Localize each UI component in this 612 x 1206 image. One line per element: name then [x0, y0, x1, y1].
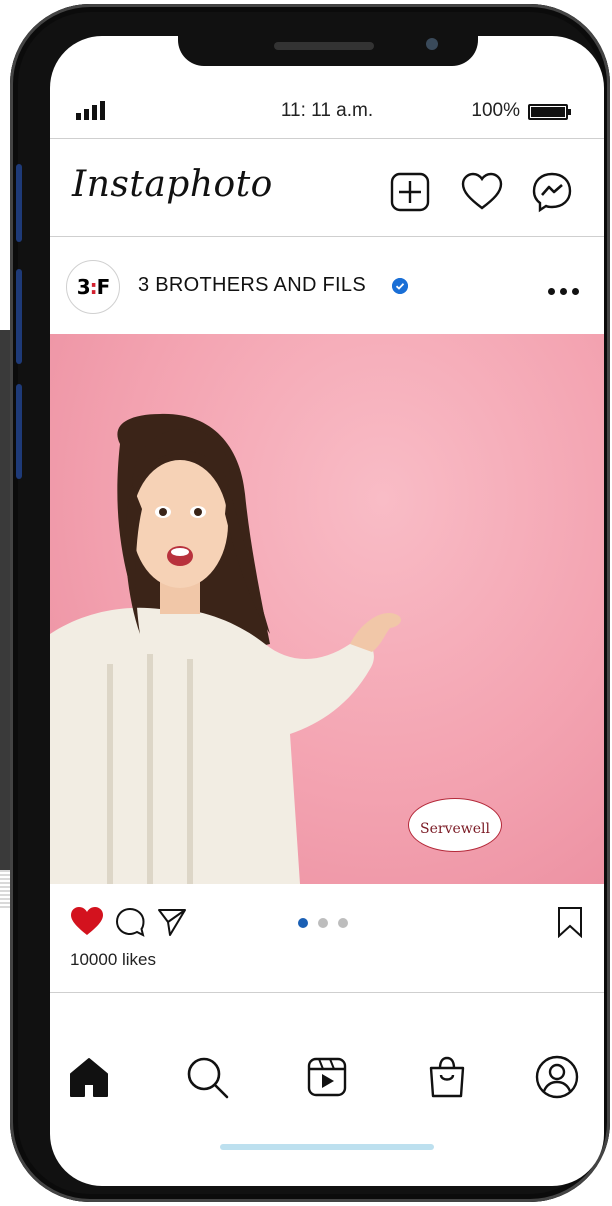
status-bar: 11: 11 a.m. 100%: [50, 98, 604, 138]
clock: 11: 11 a.m.: [280, 100, 374, 121]
reels-icon[interactable]: [304, 1054, 350, 1100]
carousel-dot-active: [298, 918, 308, 928]
header-divider: [50, 236, 604, 237]
phone-frame: 11: 11 a.m. 100% Instaphoto 3: F 3 BROT…: [10, 4, 610, 1202]
bookmark-icon[interactable]: [556, 906, 584, 938]
avatar-letter: 3: [76, 275, 91, 299]
heart-icon[interactable]: [460, 170, 504, 214]
phone-screen: 11: 11 a.m. 100% Instaphoto 3: F 3 BROT…: [50, 36, 604, 1186]
verified-badge-icon: [392, 278, 408, 294]
actions-divider: [50, 992, 604, 993]
battery-percent: 100%: [471, 100, 520, 121]
add-post-icon[interactable]: [388, 170, 432, 214]
search-icon[interactable]: [184, 1054, 230, 1100]
share-icon[interactable]: [156, 906, 188, 938]
brand-badge: Servewell: [408, 798, 502, 852]
carousel-dot: [338, 918, 348, 928]
post-actions: 10000 likes: [50, 894, 604, 994]
carousel-dot: [318, 918, 328, 928]
profile-icon[interactable]: [534, 1054, 580, 1100]
avatar-colon: :: [89, 275, 98, 299]
battery-icon: [528, 104, 571, 120]
side-button-mute: [16, 164, 22, 242]
woman-photo: [50, 413, 402, 884]
status-divider: [50, 138, 604, 139]
bottom-nav: [50, 1046, 604, 1126]
account-name[interactable]: 3 BROTHERS AND FILS: [138, 274, 366, 297]
front-camera: [426, 38, 438, 50]
like-heart-icon[interactable]: [70, 906, 104, 936]
avatar[interactable]: 3:F: [66, 260, 120, 314]
likes-count[interactable]: 10000 likes: [70, 950, 156, 970]
comment-icon[interactable]: [114, 906, 146, 938]
side-button-volume-up: [16, 269, 22, 364]
home-icon[interactable]: [66, 1054, 112, 1100]
messenger-icon[interactable]: [530, 170, 574, 214]
shop-icon[interactable]: [424, 1054, 470, 1100]
post-image[interactable]: Servewell: [50, 334, 604, 884]
app-header: Instaphoto: [50, 140, 604, 236]
brand-badge-text: Servewell: [420, 821, 490, 837]
home-indicator[interactable]: [220, 1144, 434, 1150]
app-logo[interactable]: Instaphoto: [72, 164, 273, 205]
speaker: [274, 42, 374, 50]
notch: [178, 30, 478, 66]
more-options-icon[interactable]: [544, 288, 584, 298]
carousel-indicator: [298, 918, 358, 928]
side-button-volume-down: [16, 384, 22, 479]
avatar-letter: F: [96, 275, 111, 299]
post-header: 3:F 3 BROTHERS AND FILS: [50, 238, 604, 332]
